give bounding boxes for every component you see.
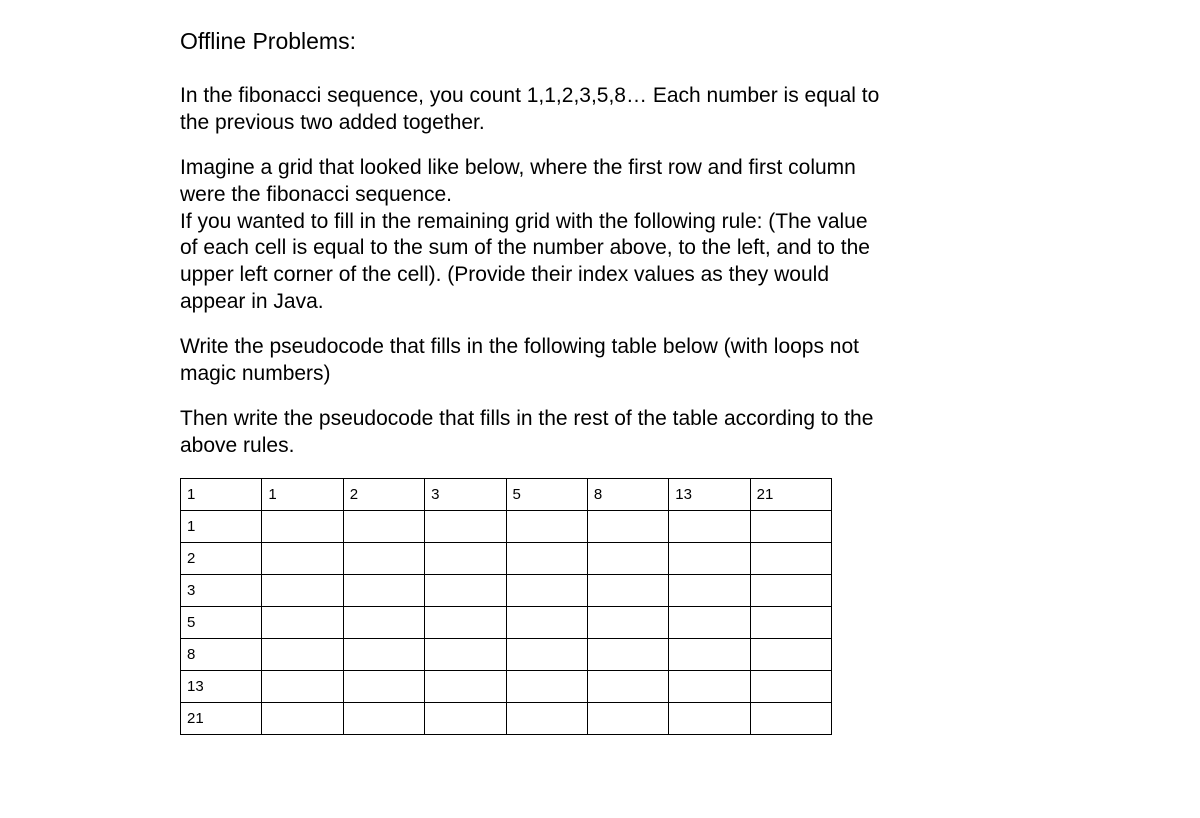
table-cell: 5 xyxy=(181,606,262,638)
paragraph-pseudocode-1: Write the pseudocode that fills in the f… xyxy=(180,334,880,388)
table-cell: 8 xyxy=(587,478,668,510)
table-cell xyxy=(262,702,343,734)
table-cell xyxy=(343,702,424,734)
table-cell xyxy=(425,510,506,542)
table-row: 8 xyxy=(181,638,832,670)
table-cell xyxy=(587,606,668,638)
table-cell xyxy=(262,606,343,638)
table-cell xyxy=(506,670,587,702)
document-body: Offline Problems: In the fibonacci seque… xyxy=(180,28,880,735)
table-cell xyxy=(587,574,668,606)
table-cell xyxy=(750,574,831,606)
page-heading: Offline Problems: xyxy=(180,28,880,55)
table-cell xyxy=(587,638,668,670)
table-cell xyxy=(669,542,750,574)
table-row: 13 xyxy=(181,670,832,702)
table-cell xyxy=(750,638,831,670)
table-cell: 1 xyxy=(181,510,262,542)
table-row: 3 xyxy=(181,574,832,606)
table-cell: 2 xyxy=(343,478,424,510)
table-cell xyxy=(750,702,831,734)
table-cell xyxy=(425,670,506,702)
table-cell: 1 xyxy=(181,478,262,510)
paragraph-grid-desc: Imagine a grid that looked like below, w… xyxy=(180,155,880,316)
table-cell: 1 xyxy=(262,478,343,510)
table-cell xyxy=(343,606,424,638)
table-cell xyxy=(669,702,750,734)
table-cell xyxy=(750,670,831,702)
table-cell xyxy=(343,542,424,574)
table-cell xyxy=(425,638,506,670)
table-cell xyxy=(669,510,750,542)
table-row: 1 xyxy=(181,510,832,542)
table-cell: 3 xyxy=(181,574,262,606)
table-cell xyxy=(669,606,750,638)
table-cell: 21 xyxy=(181,702,262,734)
table-cell xyxy=(425,542,506,574)
table-row: 5 xyxy=(181,606,832,638)
table-row: 2 xyxy=(181,542,832,574)
table-cell xyxy=(343,574,424,606)
table-cell xyxy=(506,702,587,734)
table-cell xyxy=(343,638,424,670)
table-cell: 2 xyxy=(181,542,262,574)
table-cell xyxy=(425,606,506,638)
table-cell xyxy=(262,542,343,574)
table-cell xyxy=(587,702,668,734)
table-cell xyxy=(750,542,831,574)
table-cell xyxy=(506,510,587,542)
table-cell xyxy=(587,510,668,542)
table-row: 21 xyxy=(181,702,832,734)
table-cell xyxy=(506,574,587,606)
fibonacci-grid: 1123581321123581321 xyxy=(180,478,832,735)
table-cell xyxy=(425,702,506,734)
table-cell xyxy=(262,510,343,542)
table-cell xyxy=(506,606,587,638)
table-cell xyxy=(750,510,831,542)
table-cell xyxy=(506,542,587,574)
table-cell xyxy=(750,606,831,638)
table-cell: 13 xyxy=(181,670,262,702)
table-cell: 21 xyxy=(750,478,831,510)
table-cell xyxy=(587,670,668,702)
table-cell: 13 xyxy=(669,478,750,510)
table-cell xyxy=(343,510,424,542)
table-cell xyxy=(669,574,750,606)
table-cell xyxy=(262,574,343,606)
table-cell xyxy=(425,574,506,606)
paragraph-intro: In the fibonacci sequence, you count 1,1… xyxy=(180,83,880,137)
paragraph-pseudocode-2: Then write the pseudocode that fills in … xyxy=(180,406,880,460)
table-cell xyxy=(669,638,750,670)
table-cell xyxy=(262,638,343,670)
table-cell xyxy=(669,670,750,702)
table-cell xyxy=(506,638,587,670)
table-row: 1123581321 xyxy=(181,478,832,510)
table-cell: 5 xyxy=(506,478,587,510)
table-cell xyxy=(587,542,668,574)
table-cell xyxy=(343,670,424,702)
table-cell: 8 xyxy=(181,638,262,670)
table-cell: 3 xyxy=(425,478,506,510)
table-cell xyxy=(262,670,343,702)
